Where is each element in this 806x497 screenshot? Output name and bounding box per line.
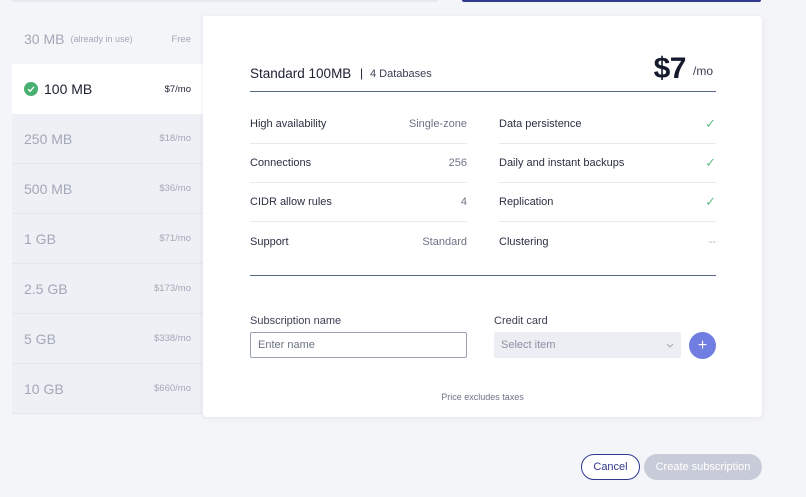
feature-label: Clustering	[499, 235, 549, 248]
feature-row: Daily and instant backups ✓	[499, 144, 716, 183]
plan-option-2-5gb[interactable]: 2.5 GB $173/mo	[12, 264, 203, 314]
plan-option-5gb[interactable]: 5 GB $338/mo	[12, 314, 203, 364]
plan-option-250mb[interactable]: 250 MB $18/mo	[12, 114, 203, 164]
plan-price-amount: $7	[653, 52, 687, 85]
feature-list-right: Data persistence ✓ Daily and instant bac…	[499, 105, 716, 261]
plan-size: 2.5 GB	[24, 280, 68, 297]
plan-option-1gb[interactable]: 1 GB $71/mo	[12, 214, 203, 264]
plan-option-10gb[interactable]: 10 GB $660/mo	[12, 364, 203, 414]
check-icon: ✓	[705, 116, 716, 131]
database-count: 4 Databases	[370, 68, 432, 80]
plan-price: $18/mo	[159, 133, 191, 144]
plan-price: $36/mo	[159, 183, 191, 194]
feature-row: Connections 256	[250, 144, 467, 183]
plan-list: 30 MB (already in use) Free 100 MB $7/mo…	[12, 14, 203, 414]
plan-price: $7/mo	[164, 83, 191, 95]
features-divider	[250, 275, 716, 276]
create-subscription-button[interactable]: Create subscription	[644, 454, 762, 480]
credit-card-label: Credit card	[494, 315, 548, 327]
feature-value: 4	[460, 196, 467, 208]
chevron-down-icon	[666, 339, 674, 351]
plan-title: Standard 100MB	[250, 66, 352, 81]
feature-label: Daily and instant backups	[499, 157, 625, 169]
feature-value: Single-zone	[408, 118, 467, 130]
feature-label: Connections	[250, 157, 312, 169]
plan-price: $173/mo	[154, 283, 191, 294]
header-divider	[250, 91, 716, 92]
feature-value: 256	[448, 157, 467, 169]
plan-option-500mb[interactable]: 500 MB $36/mo	[12, 164, 203, 214]
plan-header: Standard 100MB | 4 Databases $7 /mo	[250, 52, 716, 92]
credit-card-select[interactable]: Select item	[494, 332, 681, 358]
plan-size: 100 MB	[44, 81, 93, 97]
plan-price: $660/mo	[154, 383, 191, 394]
plan-size: 30 MB	[24, 31, 65, 47]
tax-note: Price excludes taxes	[441, 392, 524, 402]
select-placeholder: Select item	[501, 339, 556, 351]
subscription-name-label: Subscription name	[250, 315, 342, 327]
add-credit-card-button[interactable]: +	[689, 332, 716, 359]
plan-option-100mb[interactable]: 100 MB $7/mo	[12, 64, 203, 114]
plan-size: 500 MB	[24, 180, 73, 197]
feature-row: CIDR allow rules 4	[250, 183, 467, 222]
check-circle-icon	[24, 82, 38, 96]
plan-price: Free	[171, 33, 191, 45]
feature-label: Replication	[499, 196, 554, 208]
plus-icon: +	[697, 336, 708, 354]
check-icon: ✓	[705, 155, 716, 170]
plan-note: (already in use)	[70, 34, 133, 44]
feature-row: Clustering --	[499, 222, 716, 261]
cancel-button[interactable]: Cancel	[581, 454, 640, 480]
feature-row: High availability Single-zone	[250, 105, 467, 144]
feature-value: Standard	[422, 235, 467, 248]
top-accent-bar	[462, 0, 761, 2]
feature-row: Replication ✓	[499, 183, 716, 222]
plan-details-card: Standard 100MB | 4 Databases $7 /mo High…	[203, 16, 762, 417]
feature-row: Data persistence ✓	[499, 105, 716, 144]
dash-icon: --	[708, 235, 716, 248]
feature-label: Support	[250, 235, 289, 248]
plan-size: 10 GB	[24, 380, 64, 397]
feature-label: Data persistence	[499, 118, 582, 130]
check-icon: ✓	[705, 194, 716, 209]
top-divider	[12, 0, 437, 2]
title-separator: |	[360, 66, 364, 80]
feature-label: CIDR allow rules	[250, 196, 332, 208]
plan-price: $338/mo	[154, 333, 191, 344]
plan-size: 5 GB	[24, 330, 56, 347]
plan-option-30mb: 30 MB (already in use) Free	[12, 14, 203, 64]
plan-price-unit: /mo	[692, 64, 713, 78]
plan-price: $71/mo	[159, 233, 191, 244]
feature-label: High availability	[250, 118, 327, 130]
feature-list-left: High availability Single-zone Connection…	[250, 105, 467, 261]
feature-row: Support Standard	[250, 222, 467, 261]
plan-size: 1 GB	[24, 230, 56, 247]
plan-size: 250 MB	[24, 130, 73, 147]
subscription-name-input[interactable]	[250, 332, 467, 358]
